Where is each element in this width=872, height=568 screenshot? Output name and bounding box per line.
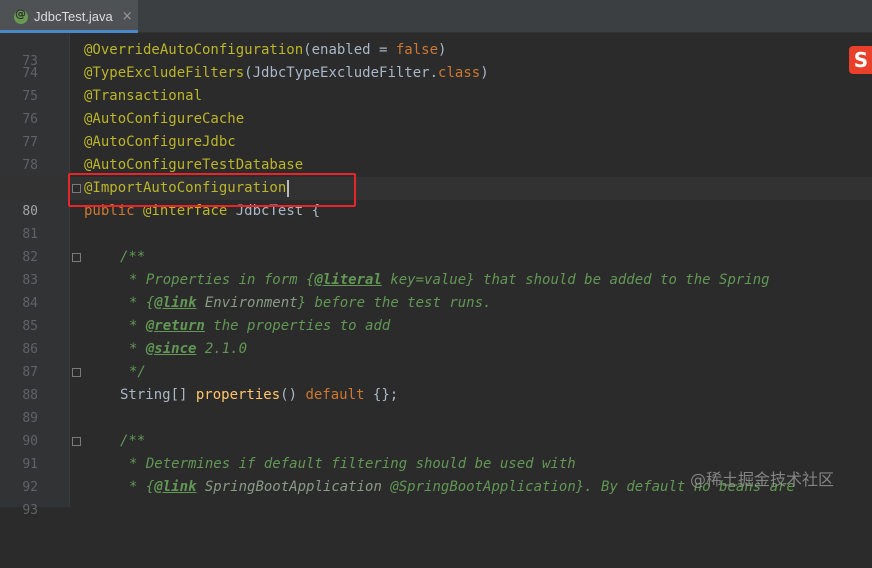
code-line-84[interactable]: 84 * Properties in form {@literal key=va…: [0, 269, 872, 311]
code-line-78[interactable]: 78 @AutoConfigureJdbc: [0, 131, 872, 173]
code-line-74[interactable]: 74 @OverrideAutoConfiguration(enabled = …: [0, 39, 872, 81]
code-line-77[interactable]: 77 @AutoConfigureCache: [0, 108, 872, 150]
code-line-85[interactable]: 85 * {@link Environment} before the test…: [0, 292, 872, 334]
fold-icon[interactable]: [72, 253, 81, 262]
code-text: /**: [120, 249, 146, 265]
code-text: @TypeExcludeFilters(JdbcTypeExcludeFilte…: [84, 65, 489, 81]
code-line-91[interactable]: 91 /**: [0, 430, 872, 472]
code-text: /**: [120, 433, 146, 449]
code-text: @Transactional: [84, 88, 203, 104]
code-text: * {@link Environment} before the test ru…: [129, 295, 492, 311]
code-text: * @since 2.1.0: [129, 341, 248, 357]
code-text: @OverrideAutoConfiguration(enabled = fal…: [84, 42, 447, 58]
code-line-82[interactable]: 82: [0, 223, 872, 265]
code-text: * Properties in form {@literal key=value…: [129, 272, 770, 288]
code-text: @AutoConfigureJdbc: [84, 134, 236, 150]
code-text: * Determines if default filtering should…: [129, 456, 576, 472]
code-text: String[] properties() default {};: [120, 387, 399, 403]
code-line-83[interactable]: 83 /**: [0, 246, 872, 288]
code-text: */: [129, 364, 146, 380]
code-text: * @return the properties to add: [129, 318, 391, 334]
sogou-ime-icon[interactable]: S: [849, 46, 872, 74]
tab-title: JdbcTest.java: [34, 9, 113, 24]
watermark: @稀土掘金技术社区: [690, 470, 835, 489]
code-line-89[interactable]: 89 String[] properties() default {};: [0, 384, 872, 426]
code-line-76[interactable]: 76 @Transactional: [0, 85, 872, 127]
code-line-75[interactable]: 75 @TypeExcludeFilters(JdbcTypeExcludeFi…: [0, 62, 872, 104]
fold-icon[interactable]: [72, 437, 81, 446]
code-line-90[interactable]: 90: [0, 407, 872, 449]
fold-icon[interactable]: [72, 368, 81, 377]
java-annotation-file-icon: [14, 7, 28, 24]
code-text: @AutoConfigureCache: [84, 111, 245, 127]
code-line-87[interactable]: 87 * @since 2.1.0: [0, 338, 872, 380]
highlight-annotation-box: [68, 173, 356, 207]
code-line-88[interactable]: 88 */: [0, 361, 872, 403]
close-icon[interactable]: ×: [122, 9, 133, 24]
code-line-86[interactable]: 86 * @return the properties to add: [0, 315, 872, 357]
line-number: 93: [22, 503, 38, 518]
